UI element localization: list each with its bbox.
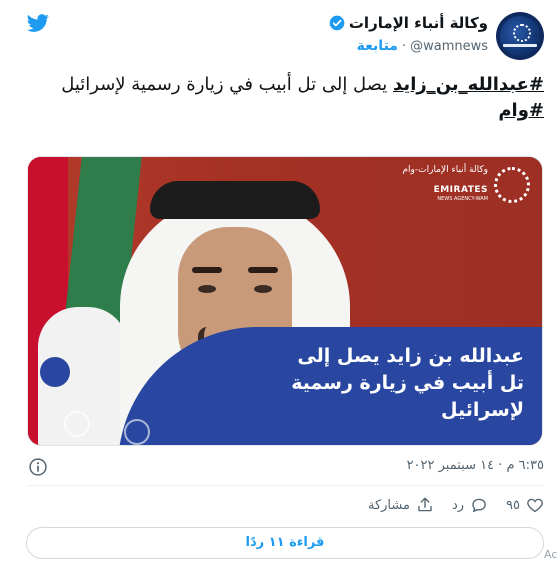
headline-banner-text: عبدالله بن زايد يصل إلى تل أبيب في زيارة… (291, 343, 524, 424)
portrait-brow-left (192, 267, 222, 273)
decorative-ring (64, 411, 90, 437)
share-icon (418, 497, 432, 512)
like-count: ٩٥ (506, 497, 520, 513)
decorative-ring (124, 419, 150, 445)
logo-arabic-text: وكالة أنباء الإمارات-وام (402, 165, 488, 175)
like-button[interactable]: ٩٥ (506, 496, 544, 514)
author-name-row: وكالة أنباء الإمارات (329, 14, 488, 32)
reply-button[interactable]: رد (452, 496, 488, 514)
share-label: مشاركة (367, 497, 410, 513)
portrait-agal (150, 181, 320, 219)
info-icon[interactable] (28, 457, 48, 477)
logo-english-text: EMIRATES (433, 185, 488, 195)
hashtag-wam[interactable]: #وام (498, 100, 544, 121)
share-button[interactable]: مشاركة (368, 496, 434, 514)
tweet-media-image[interactable]: وكالة أنباء الإمارات-وام EMIRATES NEWS A… (27, 156, 543, 446)
verified-badge-icon (329, 15, 345, 31)
logo-english-subtext: NEWS AGENCY-WAM (437, 196, 488, 202)
banner-line-2: تل أبيب في زيارة رسمية (291, 372, 524, 394)
tweet-text: #عبدالله_بن_زايد يصل إلى تل أبيب في زيار… (60, 72, 544, 124)
read-replies-button[interactable]: قراءة ١١ ردًا (26, 527, 544, 559)
wam-logo-icon (494, 167, 530, 203)
tweet-actions: ٩٥ رد مشاركة (368, 496, 544, 514)
tweet-author: وكالة أنباء الإمارات متابعة · @wamnews (329, 14, 488, 54)
portrait-brow-right (248, 267, 278, 273)
portrait-eye-left (198, 285, 216, 293)
separator-dot: · (401, 38, 407, 54)
account-name[interactable]: وكالة أنباء الإمارات (349, 14, 488, 32)
heart-icon (527, 498, 543, 513)
follow-button[interactable]: متابعة (357, 38, 398, 54)
portrait-eye-right (254, 285, 272, 293)
twitter-bird-icon[interactable] (26, 12, 50, 34)
hashtag-abdullah-bin-zayed[interactable]: #عبدالله_بن_زايد (393, 74, 544, 95)
account-handle[interactable]: @wamnews (410, 39, 488, 54)
divider (27, 485, 544, 486)
corner-text-fragment: Ac (544, 548, 558, 561)
banner-line-1: عبدالله بن زايد يصل إلى (297, 345, 524, 367)
banner-line-3: لإسرائيل (440, 399, 524, 421)
avatar-wordmark (503, 44, 537, 47)
avatar[interactable] (496, 12, 544, 60)
wam-logo-icon (513, 24, 531, 42)
tweet-body: يصل إلى تل أبيب في زيارة رسمية لإسرائيل (61, 74, 394, 95)
author-handle-row: متابعة · @wamnews (329, 38, 488, 54)
tweet-timestamp[interactable]: ٦:٣٥ م · ١٤ سبتمبر ٢٠٢٢ (407, 458, 544, 473)
emirates-news-agency-logo: وكالة أنباء الإمارات-وام EMIRATES NEWS A… (402, 163, 536, 207)
comment-icon (472, 498, 486, 513)
reply-label: رد (451, 497, 465, 513)
decorative-circle (40, 357, 70, 387)
